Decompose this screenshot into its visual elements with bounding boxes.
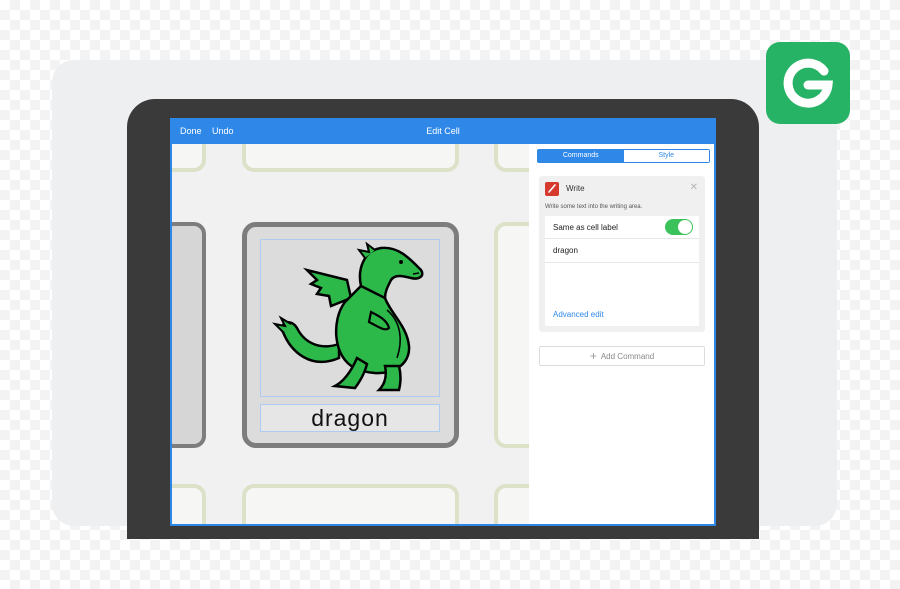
command-card: Write ✕ Write some text into the writing… [539, 176, 705, 332]
neighbor-cell[interactable] [172, 222, 206, 448]
add-command-label: Add Command [600, 352, 655, 361]
top-toolbar: Done Undo Edit Cell [172, 120, 714, 144]
ghost-cell [494, 144, 529, 172]
cell-grid: dragon [172, 144, 529, 524]
cell-image-frame [260, 239, 440, 397]
app-screen: Done Undo Edit Cell dragon Commands Styl… [170, 118, 716, 526]
pencil-icon [545, 182, 559, 196]
cell-label: dragon [260, 404, 440, 432]
plus-icon: + [589, 349, 597, 363]
close-icon[interactable]: ✕ [690, 182, 698, 193]
ghost-cell [494, 484, 529, 524]
command-name: Write [566, 184, 585, 193]
command-description: Write some text into the writing area. [545, 204, 643, 210]
inspector-panel: Commands Style Write ✕ Write some text i… [529, 144, 714, 524]
add-command-button[interactable]: + Add Command [539, 346, 705, 366]
ghost-cell [494, 222, 529, 448]
same-as-label-toggle[interactable] [665, 219, 693, 235]
toggle-knob [678, 220, 692, 234]
tab-style[interactable]: Style [623, 150, 709, 162]
same-as-label-text: Same as cell label [553, 223, 618, 232]
text-value: dragon [553, 246, 578, 255]
g-logo-icon [766, 42, 850, 124]
dragon-icon [271, 241, 424, 392]
command-settings: Same as cell label dragon Advanced edit [545, 216, 699, 326]
advanced-edit-link[interactable]: Advanced edit [553, 310, 604, 319]
ghost-cell [242, 484, 459, 524]
toolbar-title: Edit Cell [426, 126, 460, 136]
same-as-label-row: Same as cell label [545, 216, 699, 239]
ghost-cell [242, 144, 459, 172]
ghost-cell [172, 144, 206, 172]
text-value-row[interactable]: dragon [545, 238, 699, 263]
selected-cell[interactable]: dragon [242, 222, 459, 448]
tab-commands[interactable]: Commands [538, 150, 624, 162]
ghost-cell [172, 484, 206, 524]
segmented-control: Commands Style [537, 149, 710, 163]
